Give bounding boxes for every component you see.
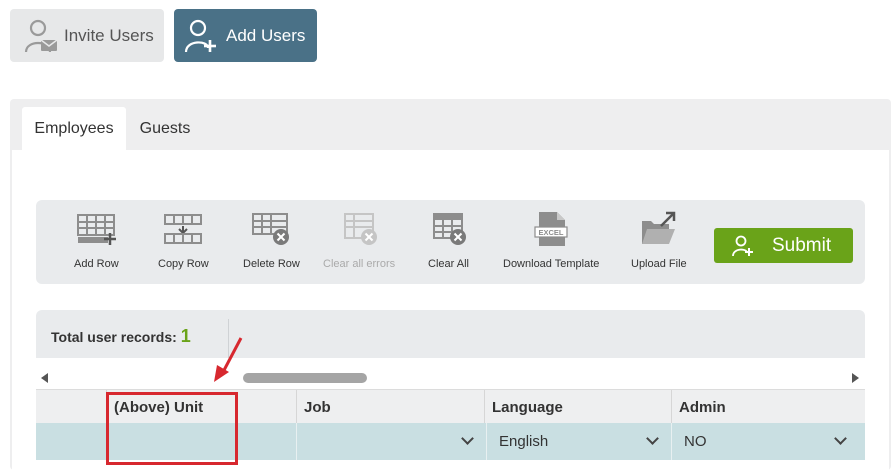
tab-employees-label: Employees bbox=[34, 119, 114, 137]
clear-all-errors-button[interactable]: Clear all errors bbox=[323, 210, 395, 270]
admin-value: NO bbox=[684, 433, 707, 450]
invite-users-label: Invite Users bbox=[64, 25, 154, 45]
delete-row-button[interactable]: Delete Row bbox=[243, 210, 300, 270]
copy-row-icon bbox=[163, 210, 203, 248]
job-select[interactable] bbox=[296, 423, 486, 460]
scrollbar-thumb[interactable] bbox=[243, 373, 367, 383]
add-row-label: Add Row bbox=[74, 258, 119, 270]
chevron-down-icon bbox=[834, 432, 847, 445]
scroll-left-icon[interactable] bbox=[41, 373, 48, 383]
upload-folder-icon bbox=[639, 210, 679, 248]
records-summary-text: Total user records: 1 bbox=[51, 326, 191, 347]
column-header-language-label: Language bbox=[492, 398, 563, 416]
column-header-admin[interactable]: Admin bbox=[671, 390, 859, 424]
annotation-highlight-box bbox=[106, 392, 238, 465]
annotation-arrow bbox=[214, 337, 243, 382]
column-header-job[interactable]: Job bbox=[296, 390, 486, 424]
chevron-down-icon bbox=[646, 432, 659, 445]
scroll-right-icon[interactable] bbox=[852, 373, 859, 383]
copy-row-button[interactable]: Copy Row bbox=[158, 210, 209, 270]
clear-all-icon bbox=[428, 210, 468, 248]
records-label: Total user records: bbox=[51, 329, 177, 345]
submit-button[interactable]: Submit bbox=[714, 228, 853, 263]
delete-row-label: Delete Row bbox=[243, 258, 300, 270]
admin-select[interactable]: NO bbox=[671, 423, 859, 460]
clear-all-button[interactable]: Clear All bbox=[428, 210, 469, 270]
excel-file-icon: EXCEL bbox=[531, 210, 571, 248]
add-users-button[interactable]: Add Users bbox=[174, 9, 317, 62]
copy-row-label: Copy Row bbox=[158, 258, 209, 270]
clear-errors-icon bbox=[339, 210, 379, 248]
delete-row-icon bbox=[251, 210, 291, 248]
records-summary: Total user records: 1 bbox=[36, 310, 865, 358]
clear-all-label: Clear All bbox=[428, 258, 469, 270]
submit-label: Submit bbox=[772, 234, 832, 256]
tab-employees[interactable]: Employees bbox=[22, 107, 126, 150]
upload-file-label: Upload File bbox=[631, 258, 687, 270]
chevron-down-icon bbox=[461, 432, 474, 445]
records-count: 1 bbox=[180, 326, 191, 346]
svg-text:EXCEL: EXCEL bbox=[539, 228, 564, 237]
column-header-job-label: Job bbox=[304, 398, 331, 416]
tab-guests-label: Guests bbox=[139, 119, 191, 137]
add-user-icon bbox=[732, 235, 754, 257]
clear-all-errors-label: Clear all errors bbox=[323, 258, 396, 270]
add-row-icon bbox=[76, 210, 117, 248]
download-template-button[interactable]: EXCEL Download Template bbox=[503, 210, 599, 270]
language-value: English bbox=[499, 433, 549, 450]
upload-file-button[interactable]: Upload File bbox=[631, 210, 687, 270]
language-select[interactable]: English bbox=[486, 423, 671, 460]
add-row-button[interactable]: Add Row bbox=[74, 210, 119, 270]
invite-users-button[interactable]: Invite Users bbox=[10, 9, 164, 62]
column-header-admin-label: Admin bbox=[679, 398, 726, 416]
toolbar: Add Row Copy Row Delete Row Clear all er… bbox=[36, 200, 865, 284]
invite-user-icon bbox=[24, 18, 58, 54]
add-users-label: Add Users bbox=[226, 25, 306, 45]
horizontal-scrollbar[interactable] bbox=[36, 368, 865, 388]
add-user-icon bbox=[184, 18, 218, 54]
download-template-label: Download Template bbox=[503, 258, 600, 270]
tab-guests[interactable]: Guests bbox=[128, 107, 202, 150]
column-header-language[interactable]: Language bbox=[484, 390, 671, 424]
